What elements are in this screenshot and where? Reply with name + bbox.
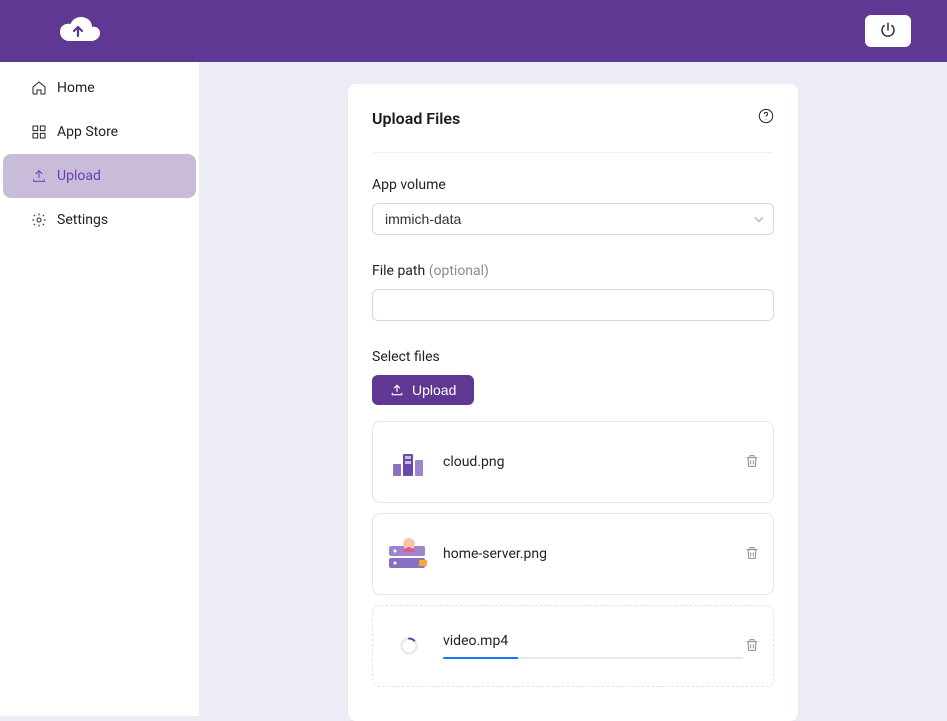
volume-select-value[interactable]: immich-data [372,203,774,235]
file-thumbnail-loading [385,622,433,670]
upload-icon [31,168,47,184]
power-icon [879,21,897,42]
upload-button[interactable]: Upload [372,375,474,405]
progress-fill [443,657,518,659]
file-item: home-server.png [372,513,774,595]
form-group-files: Select files Upload [372,349,774,687]
form-group-volume: App volume immich-data [372,177,774,235]
upload-card: Upload Files App volume immich-data F [348,84,798,721]
file-name: home-server.png [443,546,743,562]
path-label-optional: (optional) [429,263,489,279]
trash-icon [744,457,760,472]
upload-button-label: Upload [412,382,456,398]
sidebar: Home App Store Upload Settings [0,62,199,716]
volume-label: App volume [372,177,774,193]
sidebar-item-settings[interactable]: Settings [3,198,196,242]
power-button[interactable] [865,15,911,47]
main-content: Upload Files App volume immich-data F [199,62,947,716]
loading-spinner-icon [399,636,419,656]
file-item-uploading: video.mp4 [372,605,774,687]
delete-file-button[interactable] [743,637,761,655]
trash-icon [744,549,760,564]
trash-icon [744,641,760,656]
file-info: video.mp4 [443,633,743,659]
file-info: home-server.png [443,546,743,562]
path-label: File path (optional) [372,263,774,279]
path-input[interactable] [372,289,774,321]
file-item: cloud.png [372,421,774,503]
delete-file-button[interactable] [743,453,761,471]
logo [48,13,106,49]
path-label-text: File path [372,263,425,279]
progress-bar [443,657,743,659]
sidebar-item-label: Upload [57,168,101,184]
card-title: Upload Files [372,109,460,128]
sidebar-item-label: Settings [57,212,108,228]
sidebar-item-upload[interactable]: Upload [3,154,196,198]
file-name: video.mp4 [443,633,743,649]
sidebar-item-label: App Store [57,124,118,140]
select-files-label: Select files [372,349,774,365]
sidebar-item-appstore[interactable]: App Store [3,110,196,154]
file-thumbnail [385,438,433,486]
grid-icon [31,124,47,140]
file-name: cloud.png [443,454,743,470]
delete-file-button[interactable] [743,545,761,563]
home-icon [31,80,47,96]
volume-select[interactable]: immich-data [372,203,774,235]
help-icon[interactable] [758,108,774,128]
form-group-path: File path (optional) [372,263,774,321]
gear-icon [31,212,47,228]
file-thumbnail [385,530,433,578]
card-header: Upload Files [372,108,774,153]
sidebar-item-label: Home [57,80,95,96]
sidebar-item-home[interactable]: Home [3,66,196,110]
file-info: cloud.png [443,454,743,470]
app-header [0,0,947,62]
